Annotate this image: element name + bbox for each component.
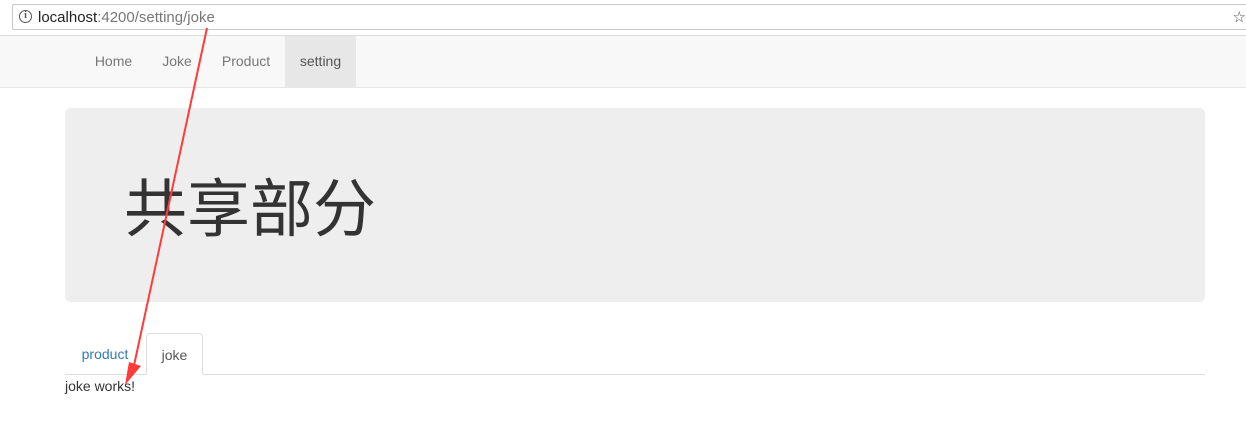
nav-setting[interactable]: setting — [285, 36, 356, 87]
tab-product[interactable]: product — [65, 333, 145, 375]
nav-home[interactable]: Home — [80, 36, 147, 87]
url-text[interactable]: localhost:4200/setting/joke — [38, 9, 215, 26]
jumbotron-title: 共享部分 — [124, 175, 376, 245]
browser-address-bar: i localhost:4200/setting/joke ☆ — [0, 0, 1246, 36]
content-text: joke works! — [65, 378, 136, 394]
jumbotron: 共享部分 — [65, 108, 1205, 302]
tab-joke[interactable]: joke — [146, 333, 203, 375]
url-field[interactable]: i localhost:4200/setting/joke ☆ — [12, 4, 1246, 30]
navbar: Home Joke Product setting — [0, 36, 1246, 88]
tab-bar: product joke — [65, 333, 1205, 375]
nav-product[interactable]: Product — [207, 36, 285, 87]
url-host: localhost — [38, 9, 98, 26]
info-icon[interactable]: i — [19, 10, 32, 23]
url-path: :4200/setting/joke — [97, 9, 215, 26]
star-icon[interactable]: ☆ — [1233, 10, 1246, 25]
nav-joke[interactable]: Joke — [147, 36, 207, 87]
